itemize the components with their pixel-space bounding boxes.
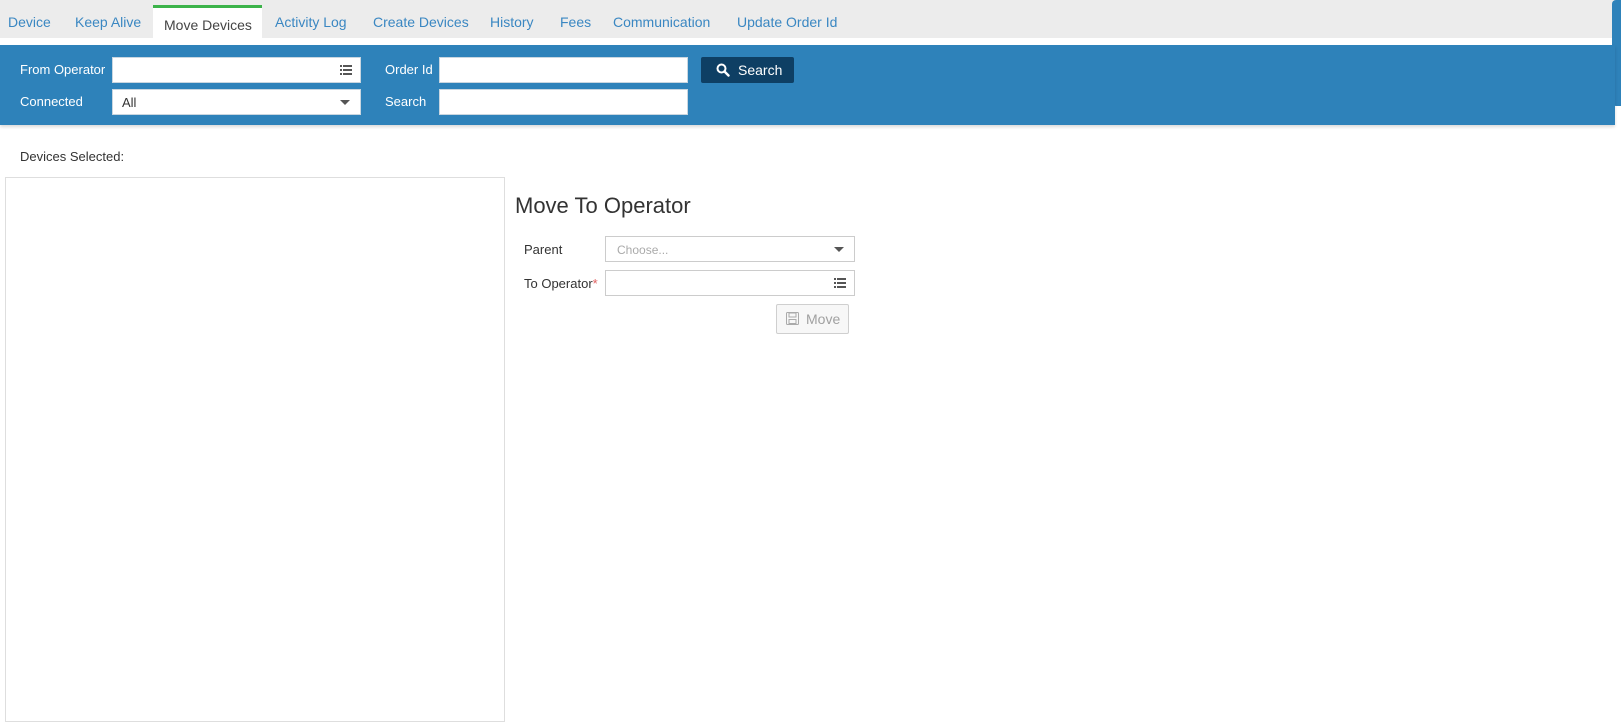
connected-value: All <box>122 95 137 110</box>
tab-fees[interactable]: Fees <box>560 6 591 38</box>
move-button-label: Move <box>806 311 841 327</box>
tab-bar: Device Keep Alive Move Devices Activity … <box>0 0 1621 38</box>
parent-placeholder: Choose... <box>617 243 669 257</box>
tab-update-order-id[interactable]: Update Order Id <box>737 6 837 38</box>
from-operator-label: From Operator <box>20 62 106 77</box>
parent-label: Parent <box>524 242 563 257</box>
chevron-down-icon <box>834 247 844 252</box>
move-button[interactable]: Move <box>776 304 849 334</box>
search-input[interactable] <box>439 89 688 115</box>
tab-keep-alive[interactable]: Keep Alive <box>75 6 141 38</box>
search-button-label: Search <box>738 62 783 78</box>
tab-communication[interactable]: Communication <box>613 6 710 38</box>
move-to-operator-title: Move To Operator <box>515 193 691 218</box>
required-mark: * <box>592 276 598 291</box>
list-icon[interactable] <box>834 278 846 288</box>
tab-activity-log[interactable]: Activity Log <box>275 6 347 38</box>
to-operator-label: To Operator* <box>524 276 598 291</box>
order-id-label: Order Id <box>385 62 433 77</box>
search-button[interactable]: Search <box>701 57 794 83</box>
order-id-input[interactable] <box>439 57 688 83</box>
parent-select[interactable]: Choose... <box>605 236 855 262</box>
tab-move-devices[interactable]: Move Devices <box>153 5 262 38</box>
devices-selected-list[interactable] <box>5 177 505 722</box>
save-icon <box>786 312 799 325</box>
from-operator-input[interactable] <box>112 57 361 83</box>
search-label: Search <box>385 94 427 109</box>
devices-selected-label: Devices Selected: <box>20 149 125 164</box>
to-operator-input[interactable] <box>605 270 855 296</box>
connected-select[interactable]: All <box>112 89 361 115</box>
tab-history[interactable]: History <box>490 6 534 38</box>
tab-device[interactable]: Device <box>8 6 51 38</box>
connected-label: Connected <box>20 94 83 109</box>
list-icon[interactable] <box>340 65 352 75</box>
tab-create-devices[interactable]: Create Devices <box>373 6 469 38</box>
chevron-down-icon <box>340 100 350 105</box>
search-icon <box>716 63 730 77</box>
to-operator-label-text: To Operator <box>524 276 593 291</box>
